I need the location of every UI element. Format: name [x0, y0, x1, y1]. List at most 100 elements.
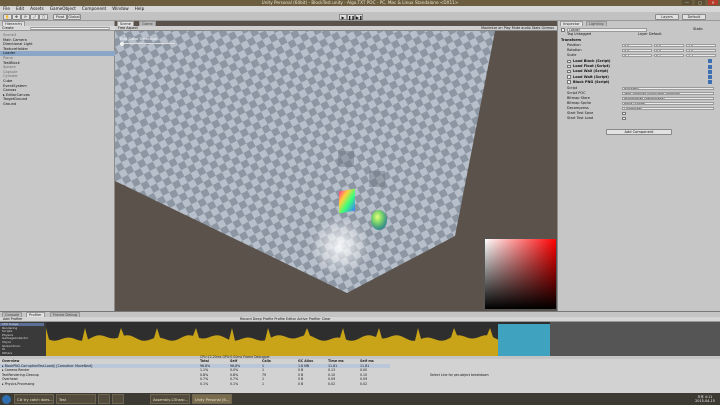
component-enabled-checkbox[interactable]	[567, 64, 571, 69]
table-row[interactable]: ▸ BlockPNG.CorruptionTest.Load() [Corout…	[0, 364, 390, 368]
layers-dropdown[interactable]: Layers	[655, 13, 679, 20]
taskbar-item[interactable]: C# try catch does...	[14, 394, 54, 404]
create-dropdown[interactable]: Create	[2, 26, 14, 31]
component-header[interactable]: Load Float (Script)	[573, 64, 610, 69]
taskbar-item[interactable]	[98, 394, 110, 404]
component-header[interactable]: Load Walt (Script)	[573, 75, 609, 80]
column-header[interactable]: Time ms	[328, 359, 344, 364]
profiler-panel: Console Profiler Frame Debug Add Profile…	[0, 311, 720, 394]
field-value[interactable]: None (Sprite)	[622, 101, 714, 106]
column-header[interactable]: Calls	[262, 359, 271, 364]
taskbar-item[interactable]: Assembly-CSharp...	[150, 394, 190, 404]
static-toggle[interactable]: Static	[693, 27, 703, 32]
script-help-icon[interactable]	[708, 80, 712, 85]
script-help-icon[interactable]	[708, 69, 712, 74]
table-cell: 0.0%	[230, 368, 239, 373]
table-row[interactable]: ▸ Physics.Processing 0.1% 0.1% 1 0 B 0.02 0.02	[0, 382, 390, 386]
column-header[interactable]: GC Alloc	[298, 359, 313, 364]
field-checkbox[interactable]	[622, 111, 626, 115]
profiler-legend-item[interactable]: Others	[2, 351, 12, 355]
color-picker[interactable]	[484, 238, 557, 310]
transform-x-field[interactable]: X 0	[622, 43, 652, 48]
field-value[interactable]: BlockPNG	[622, 86, 714, 91]
table-cell: 0 B	[298, 368, 304, 373]
global-button[interactable]: Global	[67, 13, 81, 20]
column-header[interactable]: Self	[230, 359, 237, 364]
field-label: Decompress	[567, 106, 589, 110]
tab-lighting[interactable]: Lighting	[586, 21, 607, 26]
minimize-button[interactable]: —	[682, 0, 692, 5]
table-row[interactable]: ▸ Camera.Render 1.1% 0.0% 1 0 B 0.13 0.00	[0, 368, 390, 372]
cpu-usage-graph[interactable]	[46, 322, 550, 356]
scale-tool-icon[interactable]: ⤢	[30, 13, 39, 20]
column-header[interactable]: Total	[200, 359, 209, 364]
transform-y-field[interactable]: Y 1	[654, 53, 684, 58]
component-header[interactable]: Block PNG (Script)	[573, 80, 609, 85]
hand-tool-icon[interactable]: ✋	[3, 13, 12, 20]
component-enabled-checkbox[interactable]	[567, 80, 571, 84]
table-cell: 0.09	[360, 377, 368, 382]
cpu-other-area	[498, 324, 550, 356]
pause-icon[interactable]: ❚❚	[347, 13, 355, 20]
rotate-tool-icon[interactable]: ⟳	[21, 13, 30, 20]
table-cell: 0.8%	[200, 372, 209, 377]
overlay-slider-track[interactable]	[120, 43, 175, 44]
table-cell: TextRendering.Cleanup	[2, 372, 39, 377]
transform-y-field[interactable]: Y 0	[654, 43, 684, 48]
layout-dropdown[interactable]: Default	[682, 13, 706, 20]
transform-z-field[interactable]: Z 1	[686, 53, 716, 58]
clock-date[interactable]: 2015-04-15	[692, 399, 718, 403]
column-header[interactable]: Self ms	[360, 359, 374, 364]
field-checkbox[interactable]	[622, 116, 626, 120]
transform-x-field[interactable]: X 1	[622, 53, 652, 58]
table-cell: 1	[262, 377, 265, 382]
hierarchy-item[interactable]: Loader	[0, 51, 115, 56]
script-help-icon[interactable]	[708, 74, 712, 79]
overlay-slider-handle[interactable]	[120, 41, 124, 46]
transform-header[interactable]: Transform	[561, 38, 581, 43]
layer-dropdown[interactable]: Layer Default	[638, 32, 662, 37]
transform-y-field[interactable]: Y 0	[654, 48, 684, 53]
taskbar-item[interactable]: Unity Personal (6...	[192, 394, 232, 404]
component-header[interactable]: Load Block (Script)	[573, 59, 611, 64]
transform-z-field[interactable]: Z 0	[686, 48, 716, 53]
table-cell: ▸ Camera.Render	[2, 368, 30, 373]
tag-dropdown[interactable]: Tag Untagged	[567, 32, 591, 37]
table-cell: 11.81	[328, 364, 338, 368]
active-checkbox[interactable]	[561, 28, 565, 32]
add-component-button[interactable]: Add Component	[606, 129, 672, 135]
script-help-icon[interactable]	[708, 59, 712, 64]
column-header[interactable]: Overview	[2, 359, 19, 364]
field-value[interactable]: PaintBitmap (PaintImage)	[622, 96, 714, 101]
pivot-button[interactable]: Pivot	[53, 13, 67, 20]
table-cell: 0.02	[328, 381, 336, 386]
component-enabled-checkbox[interactable]	[567, 59, 571, 63]
transform-x-field[interactable]: X 0	[622, 48, 652, 53]
component-enabled-checkbox[interactable]	[567, 69, 571, 74]
cpu-usage-graph-right[interactable]	[550, 322, 720, 356]
field-value[interactable]: ColorPicker	[622, 106, 714, 111]
taskbar-item[interactable]	[112, 394, 124, 404]
script-help-icon[interactable]	[708, 64, 712, 69]
table-row[interactable]: TextRendering.Cleanup 0.8% 0.8% 79 0 B 0.10 0.…	[0, 373, 390, 377]
hierarchy-search-input[interactable]	[30, 26, 110, 31]
step-icon[interactable]: ▶❚	[355, 13, 363, 20]
table-row[interactable]: Overhead 0.7% 0.7% 1 0 B 0.09 0.09	[0, 377, 390, 381]
component-header[interactable]: Load Wall (Script)	[573, 69, 608, 74]
table-cell: 0.1%	[200, 381, 209, 386]
field-value[interactable]: TextController (BlockTextController)	[622, 91, 714, 96]
taskbar-item[interactable]: Test	[56, 394, 96, 404]
hierarchy-item[interactable]: Ground	[3, 102, 16, 107]
component-enabled-checkbox[interactable]	[567, 75, 571, 79]
field-label: Script POC	[567, 91, 586, 95]
close-button[interactable]: ✕	[708, 0, 718, 5]
rainbow-cube	[339, 188, 355, 214]
start-button-icon[interactable]	[2, 394, 11, 404]
move-tool-icon[interactable]: ✥	[12, 13, 21, 20]
table-cell: 1.1%	[200, 368, 209, 373]
tab-inspector[interactable]: Inspector	[560, 21, 583, 26]
maximize-button[interactable]: □	[695, 0, 705, 5]
play-icon[interactable]: ▶	[339, 13, 347, 20]
transform-z-field[interactable]: Z 0	[686, 43, 716, 48]
rect-tool-icon[interactable]: ▢	[39, 13, 48, 20]
